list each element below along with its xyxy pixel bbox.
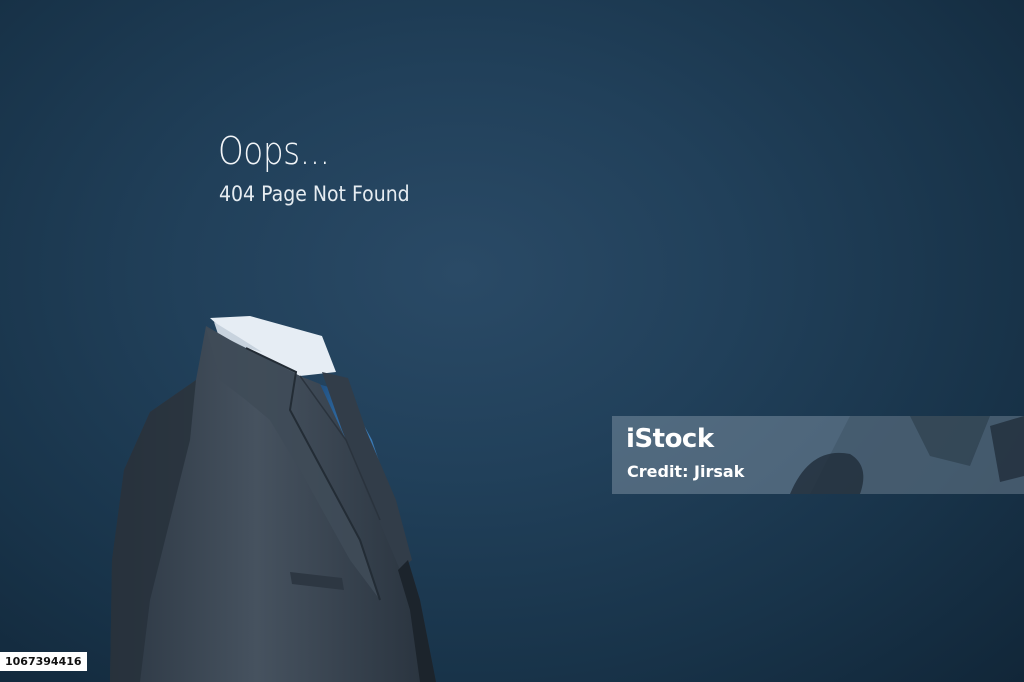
page-not-found-subtitle: 404 Page Not Found xyxy=(219,182,410,206)
headline-oops: Oops... xyxy=(218,129,330,173)
watermark-brand: iStock xyxy=(626,424,714,454)
image-id-label: 1067394416 xyxy=(0,652,87,671)
photo-stage: Oops... 404 Page Not Found iStock Credit… xyxy=(0,0,1024,682)
watermark-shape xyxy=(790,416,1024,494)
stock-watermark: iStock Credit: Jirsak xyxy=(612,416,1024,494)
headless-suit-image xyxy=(110,316,436,682)
watermark-credit: Credit: Jirsak xyxy=(627,462,745,481)
